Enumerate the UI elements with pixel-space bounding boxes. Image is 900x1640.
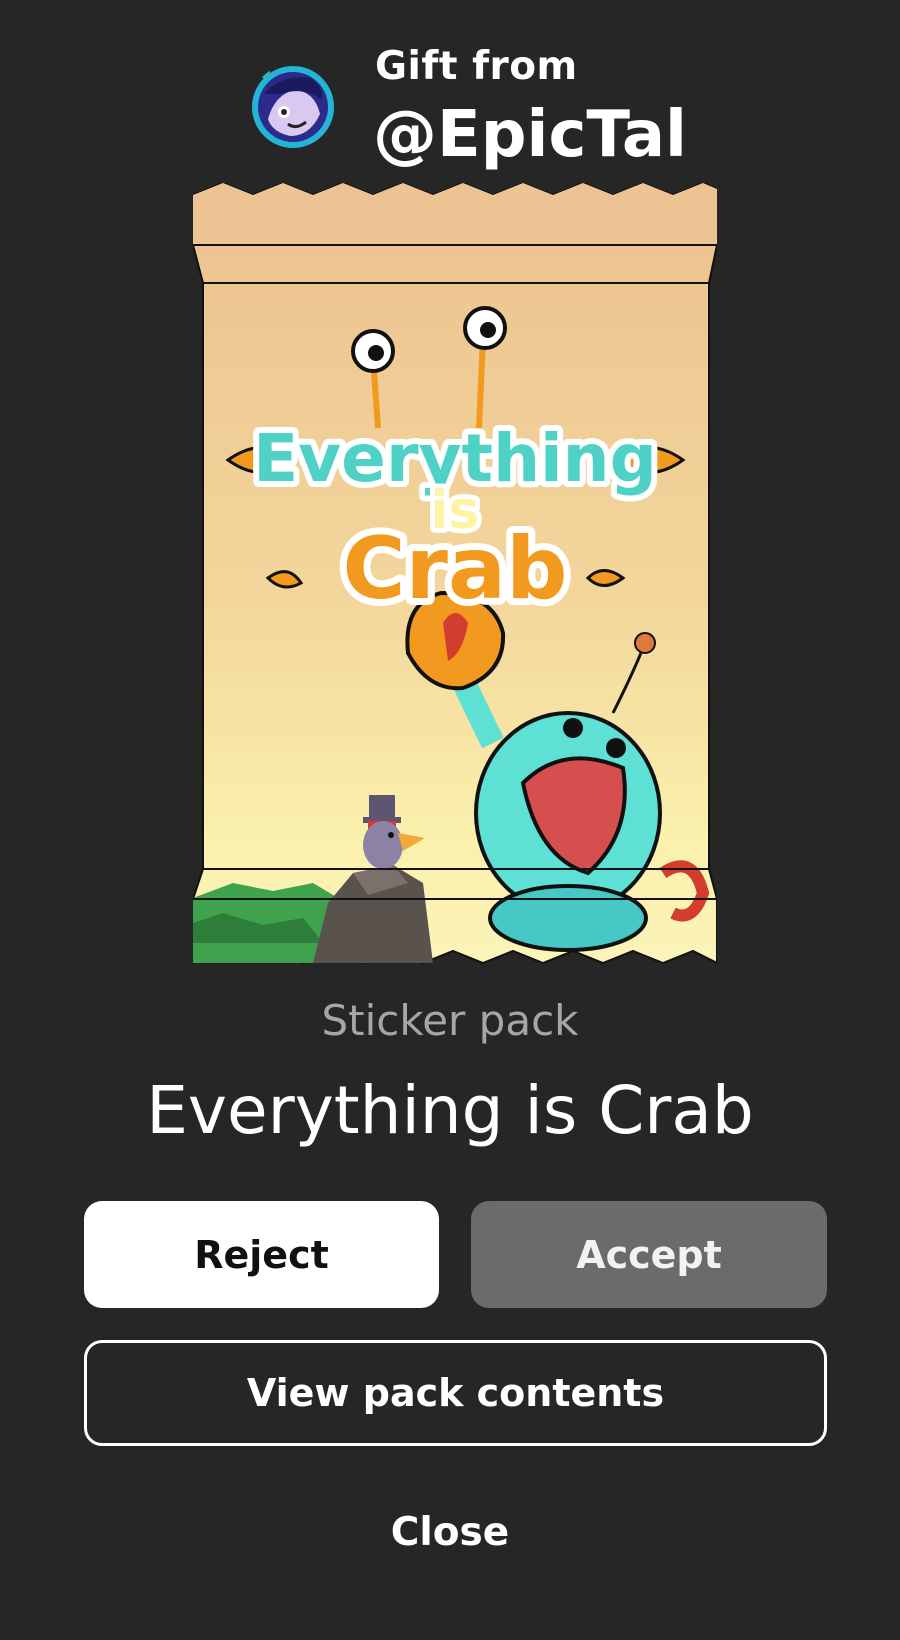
- close-button[interactable]: Close: [350, 1500, 550, 1564]
- pack-type-label: Sticker pack: [321, 996, 579, 1045]
- reject-button[interactable]: Reject: [84, 1201, 439, 1308]
- sender-avatar[interactable]: [250, 64, 336, 150]
- accept-button[interactable]: Accept: [471, 1201, 827, 1308]
- sender-username[interactable]: @EpicTal: [373, 98, 687, 172]
- gift-header: Gift from @EpicTal: [0, 0, 900, 175]
- view-pack-contents-button[interactable]: View pack contents: [84, 1340, 827, 1446]
- logo-text-crab: Crab: [342, 519, 567, 619]
- gift-from-label: Gift from: [375, 44, 578, 89]
- pack-title: Everything is Crab: [146, 1072, 754, 1149]
- sticker-pack-image: Everything is Crab: [193, 183, 717, 969]
